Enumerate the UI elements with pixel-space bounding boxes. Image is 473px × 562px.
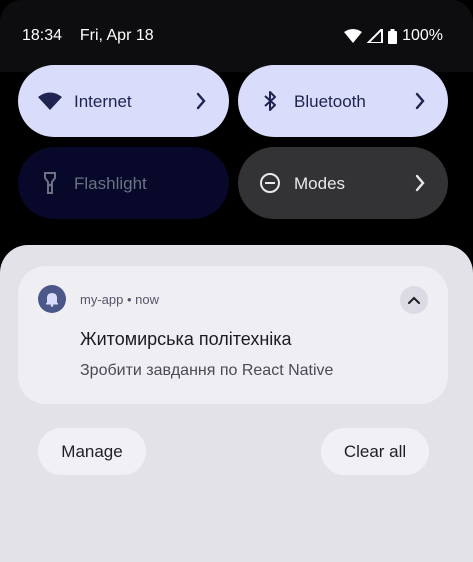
status-clock: 18:34 Fri, Apr 18 bbox=[22, 27, 154, 45]
chevron-right-icon[interactable] bbox=[414, 91, 426, 111]
tile-flashlight-label: Flashlight bbox=[74, 174, 147, 193]
notification-title: Житомирська політехніка bbox=[80, 329, 292, 349]
notification-app-name: my-app bbox=[80, 292, 124, 307]
chevron-up-icon bbox=[408, 296, 420, 304]
notification-card[interactable]: my-app • now Житомирська політехніка Зро… bbox=[18, 266, 448, 404]
tile-flashlight[interactable]: Flashlight bbox=[18, 147, 229, 219]
notification-body: Зробити завдання по React Native bbox=[80, 362, 334, 379]
wifi-icon bbox=[38, 92, 62, 110]
flashlight-icon bbox=[44, 172, 56, 194]
bell-icon bbox=[46, 293, 58, 307]
shade-frame: 18:34 Fri, Apr 18 100% Internet Bluetoot… bbox=[0, 0, 473, 562]
battery-icon bbox=[388, 28, 398, 44]
app-icon bbox=[38, 285, 66, 313]
status-time: 18:34 bbox=[22, 27, 63, 44]
notification-time: now bbox=[135, 292, 160, 307]
status-icons: 100% bbox=[344, 27, 443, 45]
status-bar: 18:34 Fri, Apr 18 100% bbox=[0, 0, 473, 72]
manage-button[interactable]: Manage bbox=[38, 428, 146, 475]
chevron-right-icon[interactable] bbox=[195, 91, 207, 111]
tile-internet-label: Internet bbox=[74, 92, 132, 111]
battery-percent: 100% bbox=[402, 27, 443, 44]
tile-modes-label: Modes bbox=[294, 174, 346, 193]
tile-modes[interactable]: Modes bbox=[238, 147, 448, 219]
clear-all-button[interactable]: Clear all bbox=[321, 428, 429, 475]
tile-bluetooth[interactable]: Bluetooth bbox=[238, 65, 448, 137]
status-date: Fri, Apr 18 bbox=[79, 27, 154, 44]
tile-bluetooth-label: Bluetooth bbox=[294, 92, 366, 111]
do-not-disturb-icon bbox=[260, 173, 280, 193]
notification-meta: my-app • now bbox=[80, 292, 160, 307]
signal-icon bbox=[367, 29, 384, 43]
chevron-right-icon[interactable] bbox=[414, 173, 426, 193]
tile-internet[interactable]: Internet bbox=[18, 65, 229, 137]
wifi-icon bbox=[344, 29, 363, 43]
bluetooth-icon bbox=[264, 91, 276, 111]
collapse-button[interactable] bbox=[400, 286, 428, 314]
